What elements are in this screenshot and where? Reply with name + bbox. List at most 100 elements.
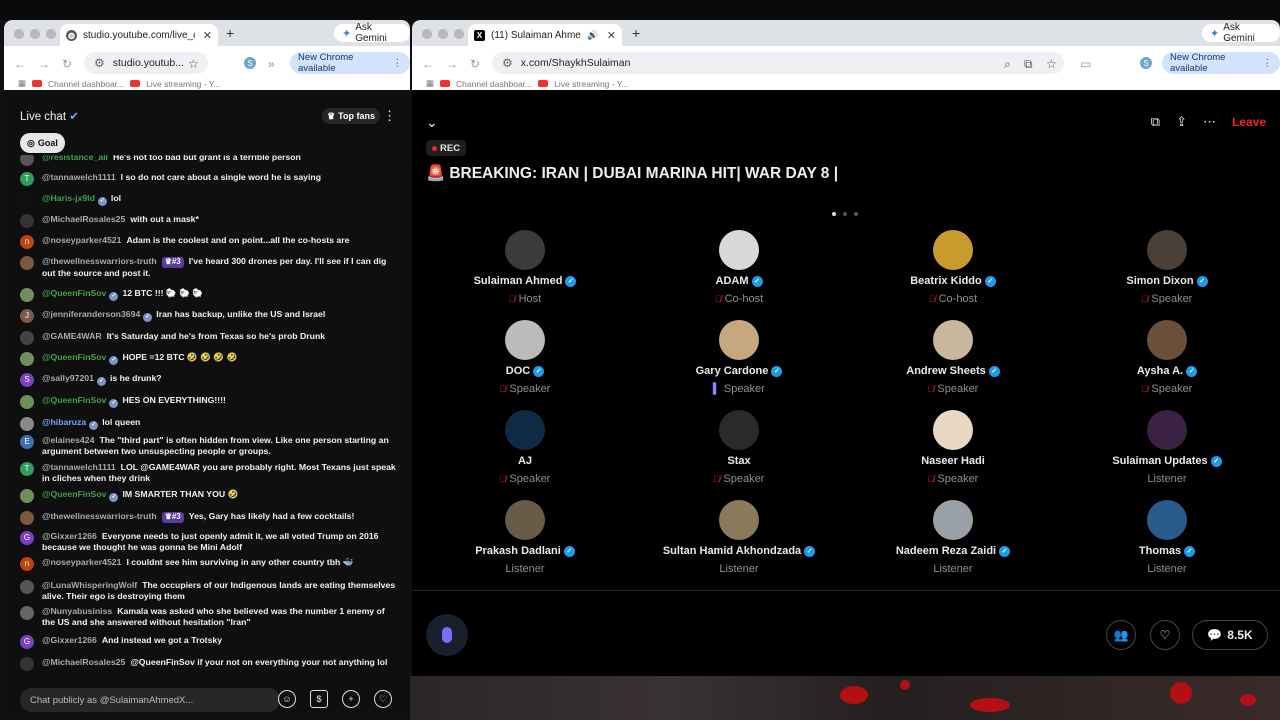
message-author[interactable]: @MichaelRosales25 [42, 214, 125, 224]
back-icon[interactable]: ← [14, 57, 26, 71]
participant-avatar[interactable] [933, 230, 973, 270]
message-author[interactable]: @Haris-jx9ld [42, 193, 95, 203]
message-author[interactable]: @Nunyabusiniss [42, 606, 112, 616]
participant[interactable]: Naseer Hadi 🎙̸ Speaker [846, 410, 1060, 485]
participant-avatar[interactable] [1147, 410, 1187, 450]
url-field[interactable]: ⚙ x.com/ShaykhSulaiman [492, 52, 1064, 74]
participant[interactable]: AJ 🎙̸ Speaker [418, 410, 632, 485]
page-dot[interactable] [843, 212, 847, 216]
avatar[interactable] [20, 511, 34, 525]
super-chat-icon[interactable]: $ [310, 690, 328, 708]
bookmark-live-streaming[interactable]: Live streaming - Y... [554, 79, 628, 89]
install-app-icon[interactable]: ⧉ [1024, 57, 1033, 72]
participant-avatar[interactable] [719, 500, 759, 540]
participant[interactable]: ADAM ✓ 🎙̸ Co-host [632, 230, 846, 305]
page-dot[interactable] [854, 212, 858, 216]
message-author[interactable]: @GAME4WAR [42, 331, 102, 341]
new-chrome-available-button[interactable]: New Chrome available ⋮ [1162, 52, 1280, 74]
message-author[interactable]: @elaines424 [42, 435, 94, 445]
participant[interactable]: Thomas ✓ Listener [1060, 500, 1274, 575]
bookmark-channel-dashboard[interactable]: Channel dashboar... [456, 79, 532, 89]
chat-more-icon[interactable]: ⋮ [383, 108, 396, 124]
extensions-icon[interactable]: » [268, 57, 275, 71]
reload-icon[interactable]: ↻ [62, 57, 72, 71]
participant-avatar[interactable] [505, 410, 545, 450]
message-author[interactable]: @QueenFinSov [42, 489, 106, 499]
avatar[interactable] [20, 352, 34, 366]
speaker-icon[interactable]: 🔊 [587, 30, 598, 41]
avatar[interactable]: n [20, 235, 34, 249]
participant[interactable]: Sulaiman Updates ✓ Listener [1060, 410, 1274, 485]
avatar[interactable]: G [20, 635, 34, 649]
participant-avatar[interactable] [719, 320, 759, 360]
collapse-chevron-icon[interactable]: ⌄ [426, 114, 438, 131]
window-controls[interactable] [14, 29, 56, 39]
back-icon[interactable]: ← [422, 57, 434, 71]
message-author[interactable]: @thewellnesswarriors-truth [42, 256, 157, 266]
live-chat-title[interactable]: Live chat ✔ [20, 109, 79, 123]
page-dot[interactable] [832, 212, 836, 216]
message-author[interactable]: @jenniferanderson3694 [42, 309, 140, 319]
participant[interactable]: Prakash Dadlani ✓ Listener [418, 500, 632, 575]
apps-icon[interactable]: ▦ [18, 78, 26, 89]
bookmark-channel-dashboard[interactable]: Channel dashboar... [48, 79, 124, 89]
participant-avatar[interactable] [505, 320, 545, 360]
bookmark-live-streaming[interactable]: Live streaming - Y... [146, 79, 220, 89]
tab-x-space[interactable]: X (11) Sulaiman Ahmed (@S 🔊 ✕ [468, 24, 622, 46]
picture-in-picture-icon[interactable]: ⧉ [1151, 114, 1160, 130]
participant[interactable]: Gary Cardone ✓ ▍ Speaker [632, 320, 846, 395]
share-icon[interactable]: ⇪ [1176, 114, 1187, 130]
avatar[interactable] [20, 417, 34, 431]
avatar[interactable] [20, 606, 34, 620]
participant-avatar[interactable] [933, 500, 973, 540]
avatar[interactable] [20, 580, 34, 594]
apps-icon[interactable]: ▦ [426, 78, 434, 89]
avatar[interactable] [20, 657, 34, 671]
message-author[interactable]: @resistance_all [42, 155, 108, 162]
participant[interactable]: Stax 🎙̸ Speaker [632, 410, 846, 485]
avatar[interactable]: E [20, 435, 34, 449]
message-author[interactable]: @hibaruza [42, 417, 86, 427]
message-author[interactable]: @MichaelRosales25 [42, 657, 125, 667]
window-controls[interactable] [422, 29, 464, 39]
chat-input[interactable]: Chat publicly as @SulaimanAhmedX... [20, 688, 280, 712]
avatar[interactable]: G [20, 531, 34, 545]
close-tab-icon[interactable]: ✕ [203, 29, 212, 42]
heart-icon[interactable]: ♡ [374, 690, 392, 708]
participant[interactable]: Nadeem Reza Zaidi ✓ Listener [846, 500, 1060, 575]
forward-icon[interactable]: → [446, 57, 458, 71]
avatar[interactable]: n [20, 557, 34, 571]
avatar[interactable]: S [20, 373, 34, 387]
add-icon[interactable]: + [342, 690, 360, 708]
avatar[interactable] [20, 193, 34, 207]
leave-button[interactable]: Leave [1232, 115, 1266, 129]
message-author[interactable]: @tannawelch1111 [42, 462, 116, 472]
close-tab-icon[interactable]: ✕ [607, 29, 616, 42]
participant[interactable]: Andrew Sheets ✓ 🎙̸ Speaker [846, 320, 1060, 395]
avatar[interactable]: T [20, 172, 34, 186]
forward-icon[interactable]: → [38, 57, 50, 71]
profile-avatar[interactable]: S [1140, 57, 1152, 69]
avatar[interactable]: J [20, 309, 34, 323]
participant-avatar[interactable] [1147, 500, 1187, 540]
avatar[interactable] [20, 395, 34, 409]
top-fans-button[interactable]: ♛ Top fans [322, 108, 380, 124]
new-chrome-available-button[interactable]: New Chrome available ⋮ [290, 52, 410, 74]
avatar[interactable] [20, 331, 34, 345]
new-tab-button[interactable]: + [226, 25, 234, 41]
message-author[interactable]: @QueenFinSov [42, 288, 106, 298]
message-author[interactable]: @QueenFinSov [42, 395, 106, 405]
participant[interactable]: Beatrix Kiddo ✓ 🎙̸ Co-host [846, 230, 1060, 305]
participant-avatar[interactable] [719, 410, 759, 450]
message-author[interactable]: @LunaWhisperingWolf [42, 580, 137, 590]
reload-icon[interactable]: ↻ [470, 57, 480, 71]
message-author[interactable]: @tannawelch1111 [42, 172, 116, 182]
zoom-icon[interactable]: ⌕ [1004, 57, 1011, 72]
participant-avatar[interactable] [505, 230, 545, 270]
ask-gemini-button[interactable]: ✦ Ask Gemini [334, 22, 410, 44]
participant[interactable]: Sulaiman Ahmed ✓ 🎙̸ Host [418, 230, 632, 305]
goal-chip[interactable]: ◎ Goal [20, 133, 65, 153]
avatar[interactable]: T [20, 462, 34, 476]
more-icon[interactable]: ⋯ [1203, 114, 1216, 130]
participant-avatar[interactable] [933, 410, 973, 450]
